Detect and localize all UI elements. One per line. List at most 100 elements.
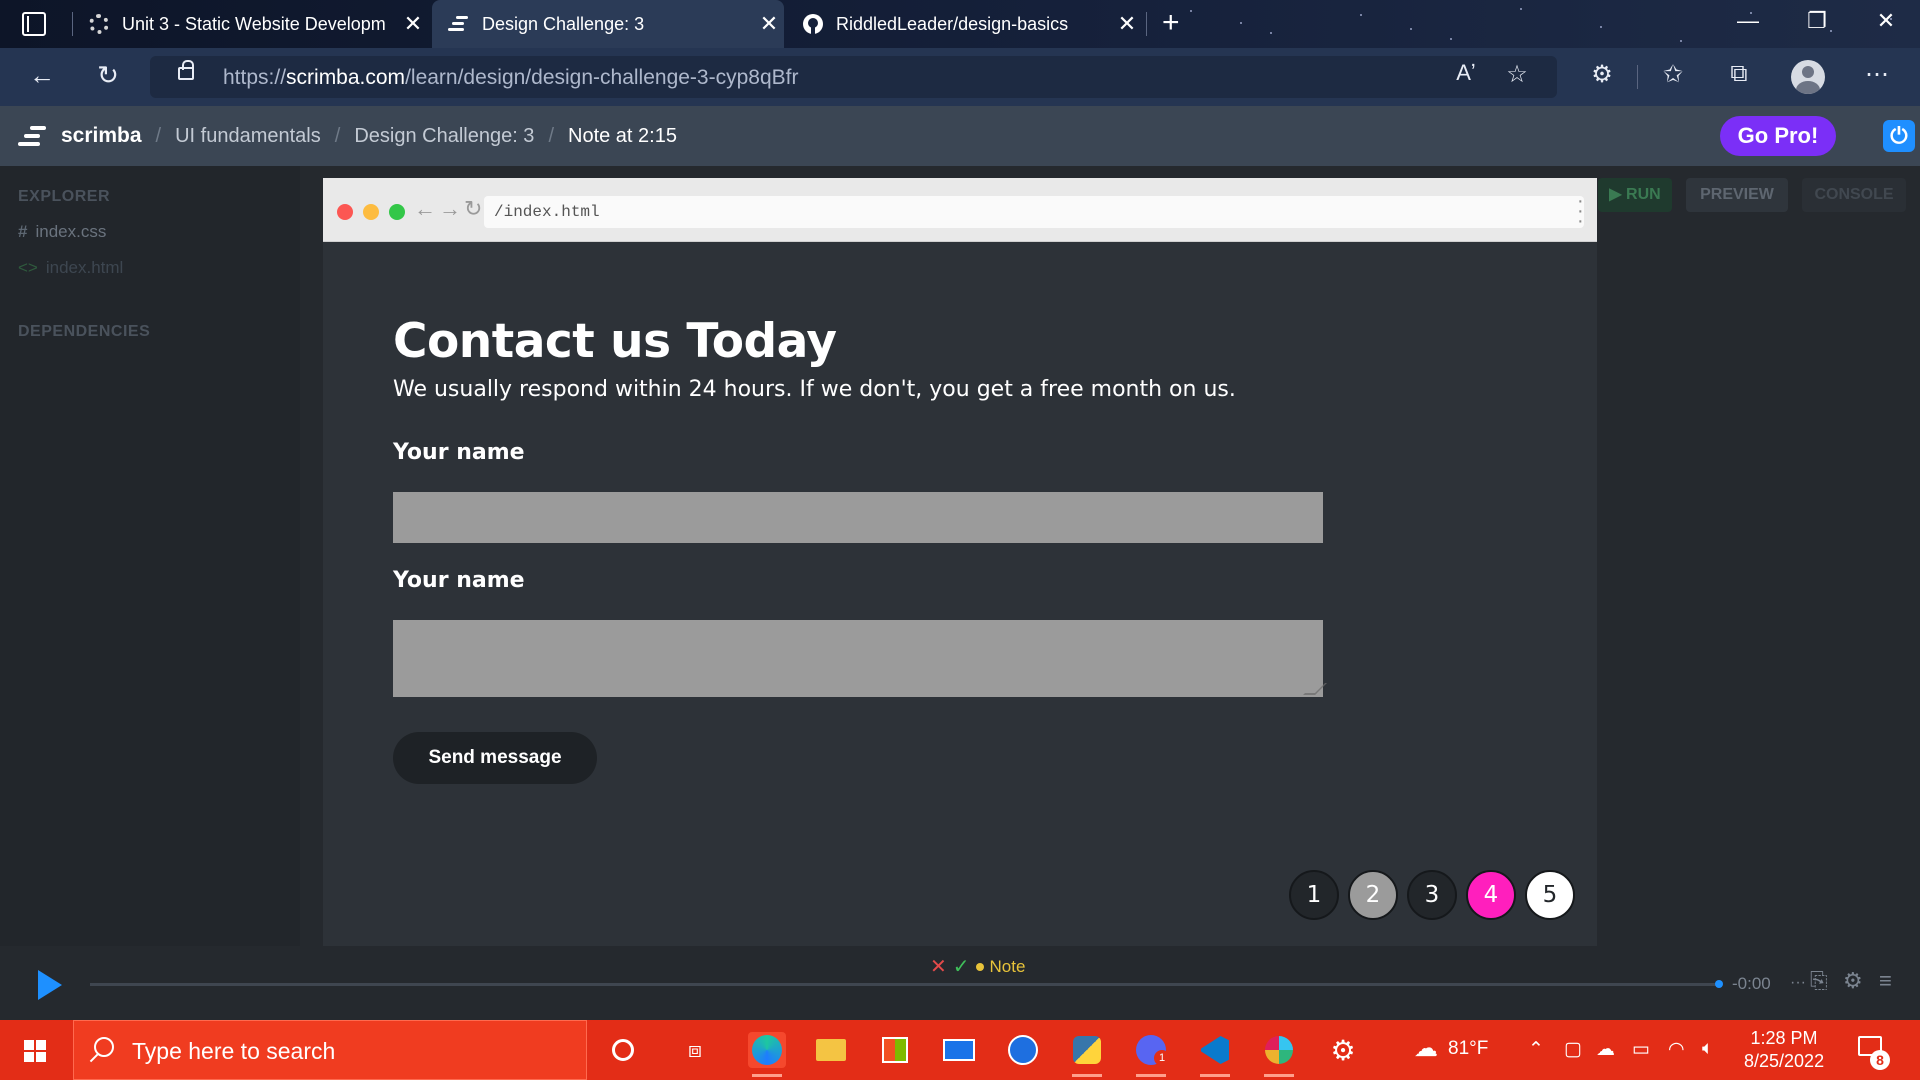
minimize-icon[interactable]: — <box>1728 8 1768 34</box>
window-close-icon[interactable]: ✕ <box>1866 8 1906 34</box>
settings-gear-icon[interactable]: ⚙ <box>1324 1032 1362 1068</box>
mail-icon[interactable] <box>940 1032 978 1068</box>
favorites-icon[interactable]: ✩ <box>1656 60 1690 89</box>
bookmark-icon[interactable]: ⎘ <box>1810 968 1828 994</box>
taskbar-clock[interactable]: 1:28 PM 8/25/2022 <box>1744 1027 1824 1073</box>
more-menu-icon[interactable]: ⋯ <box>1860 60 1894 89</box>
clock-date: 8/25/2022 <box>1744 1051 1825 1071</box>
close-icon[interactable]: ✕ <box>398 11 428 37</box>
power-icon[interactable]: ⏻ <box>1883 120 1915 152</box>
close-icon[interactable]: ✕ <box>754 11 784 37</box>
note-marker[interactable]: ✕ ✓ Note <box>930 954 1025 979</box>
lock-icon <box>178 60 194 80</box>
search-icon <box>94 1037 114 1057</box>
tray-chevron-icon[interactable]: ⌃ <box>1528 1038 1544 1061</box>
preview-button[interactable]: PREVIEW <box>1686 178 1788 212</box>
breadcrumb-separator: / <box>155 124 162 147</box>
scrimba-icon <box>448 13 470 35</box>
url-bar[interactable]: https://scrimba.com/learn/design/design-… <box>150 56 1557 98</box>
settings-icon[interactable]: ⚙ <box>1843 968 1863 994</box>
collections-icon[interactable]: ⧉ <box>1722 60 1756 88</box>
browser-tab-bar: Unit 3 - Static Website Developm ✕ Desig… <box>0 0 1920 48</box>
file-explorer-icon[interactable] <box>812 1032 850 1068</box>
store-icon[interactable] <box>876 1032 914 1068</box>
tab-design-challenge[interactable]: Design Challenge: 3 ✕ <box>432 0 784 48</box>
page-1-button[interactable]: 1 <box>1289 870 1339 920</box>
brand-link[interactable]: scrimba <box>61 124 142 148</box>
timeline-scrubber[interactable] <box>90 980 1723 988</box>
slack-icon[interactable] <box>1260 1032 1298 1077</box>
maximize-dot <box>389 204 405 220</box>
volume-icon[interactable]: 🔈︎ <box>1702 1038 1713 1060</box>
read-aloud-icon[interactable]: A͏ʼ <box>1449 60 1483 86</box>
reject-icon[interactable]: ✕ <box>930 954 947 979</box>
accept-icon[interactable]: ✓ <box>953 954 970 979</box>
meet-now-icon[interactable]: ▢ <box>1564 1038 1582 1061</box>
cortana-icon[interactable] <box>604 1032 642 1068</box>
task-view-icon[interactable]: ⧈ <box>676 1032 714 1068</box>
address-bar-row: ← ↻ https://scrimba.com/learn/design/des… <box>0 48 1920 106</box>
notification-count: 8 <box>1870 1050 1890 1070</box>
close-icon[interactable]: ✕ <box>1112 11 1142 37</box>
breadcrumb-lesson[interactable]: Design Challenge: 3 <box>354 125 534 148</box>
page-title: Contact us Today <box>393 314 837 369</box>
add-favorite-icon[interactable]: ☆ <box>1500 60 1534 89</box>
gear-icon <box>88 13 110 35</box>
weather-temp[interactable]: 81°F <box>1448 1038 1488 1060</box>
preview-address[interactable]: /index.html <box>484 196 1584 228</box>
go-pro-button[interactable]: Go Pro! <box>1720 116 1836 156</box>
run-button[interactable]: ▶ RUN <box>1598 178 1672 212</box>
new-tab-icon[interactable]: + <box>1162 6 1180 40</box>
scrimba-logo-icon[interactable] <box>18 126 48 148</box>
taskbar-search[interactable]: Type here to search <box>73 1020 587 1080</box>
tab-unit-3[interactable]: Unit 3 - Static Website Developm ✕ <box>72 0 428 48</box>
python-icon[interactable] <box>1068 1032 1106 1077</box>
name-label: Your name <box>393 440 525 465</box>
close-dot <box>337 204 353 220</box>
play-icon[interactable] <box>38 970 62 1000</box>
url-text[interactable]: https://scrimba.com/learn/design/design-… <box>223 66 798 90</box>
profile-avatar[interactable] <box>1791 60 1825 94</box>
name-input[interactable] <box>393 492 1323 543</box>
scrimba-header: scrimba / UI fundamentals / Design Chall… <box>0 106 1920 166</box>
breadcrumb: scrimba / UI fundamentals / Design Chall… <box>61 106 677 166</box>
file-index-html[interactable]: <> index.html <box>18 258 123 278</box>
refresh-icon[interactable]: ↻ <box>90 60 126 91</box>
feather-app-icon[interactable] <box>1004 1032 1042 1068</box>
console-button[interactable]: CONSOLE <box>1802 178 1906 212</box>
page-3-button[interactable]: 3 <box>1407 870 1457 920</box>
battery-icon[interactable]: ▭ <box>1632 1038 1650 1061</box>
discord-icon[interactable]: 1 <box>1132 1032 1170 1077</box>
restore-icon[interactable]: ❐ <box>1797 8 1837 34</box>
message-textarea[interactable] <box>393 620 1323 697</box>
tab-label: Design Challenge: 3 <box>482 13 645 34</box>
page-5-button[interactable]: 5 <box>1525 870 1575 920</box>
extensions-icon[interactable]: ⚙ <box>1585 60 1619 89</box>
more-dots-icon[interactable]: ··· <box>1790 974 1806 992</box>
html-file-icon: <> <box>18 258 38 277</box>
file-index-css[interactable]: # index.css <box>18 222 106 242</box>
tab-actions-icon[interactable] <box>22 12 46 36</box>
page-2-button[interactable]: 2 <box>1348 870 1398 920</box>
back-icon[interactable]: ← <box>24 60 60 91</box>
note-label: Note <box>989 956 1026 976</box>
weather-icon[interactable]: ☁ <box>1414 1034 1438 1063</box>
breadcrumb-course[interactable]: UI fundamentals <box>175 125 321 148</box>
tab-label: RiddledLeader/design-basics <box>836 13 1069 34</box>
onedrive-icon[interactable]: ☁ <box>1596 1038 1615 1061</box>
preview-menu-icon[interactable]: · · · <box>1577 191 1584 231</box>
breadcrumb-separator: / <box>334 124 341 147</box>
windows-start-icon[interactable] <box>24 1040 46 1062</box>
page-4-button[interactable]: 4 <box>1466 870 1516 920</box>
preview-forward-icon[interactable]: → <box>439 196 461 222</box>
preview-back-icon[interactable]: ← <box>414 196 436 222</box>
send-message-button[interactable]: Send message <box>393 732 597 784</box>
vscode-icon[interactable] <box>1196 1032 1234 1077</box>
contact-page: Contact us Today We usually respond with… <box>323 242 1597 946</box>
tab-github[interactable]: RiddledLeader/design-basics ✕ <box>786 0 1142 48</box>
edge-icon[interactable] <box>748 1032 786 1077</box>
menu-icon[interactable]: ≡ <box>1879 968 1892 994</box>
preview-toolbar: ← → ↻ /index.html · · · <box>323 178 1597 242</box>
preview-reload-icon[interactable]: ↻ <box>464 196 482 222</box>
wifi-icon[interactable]: ◠ <box>1668 1038 1685 1061</box>
